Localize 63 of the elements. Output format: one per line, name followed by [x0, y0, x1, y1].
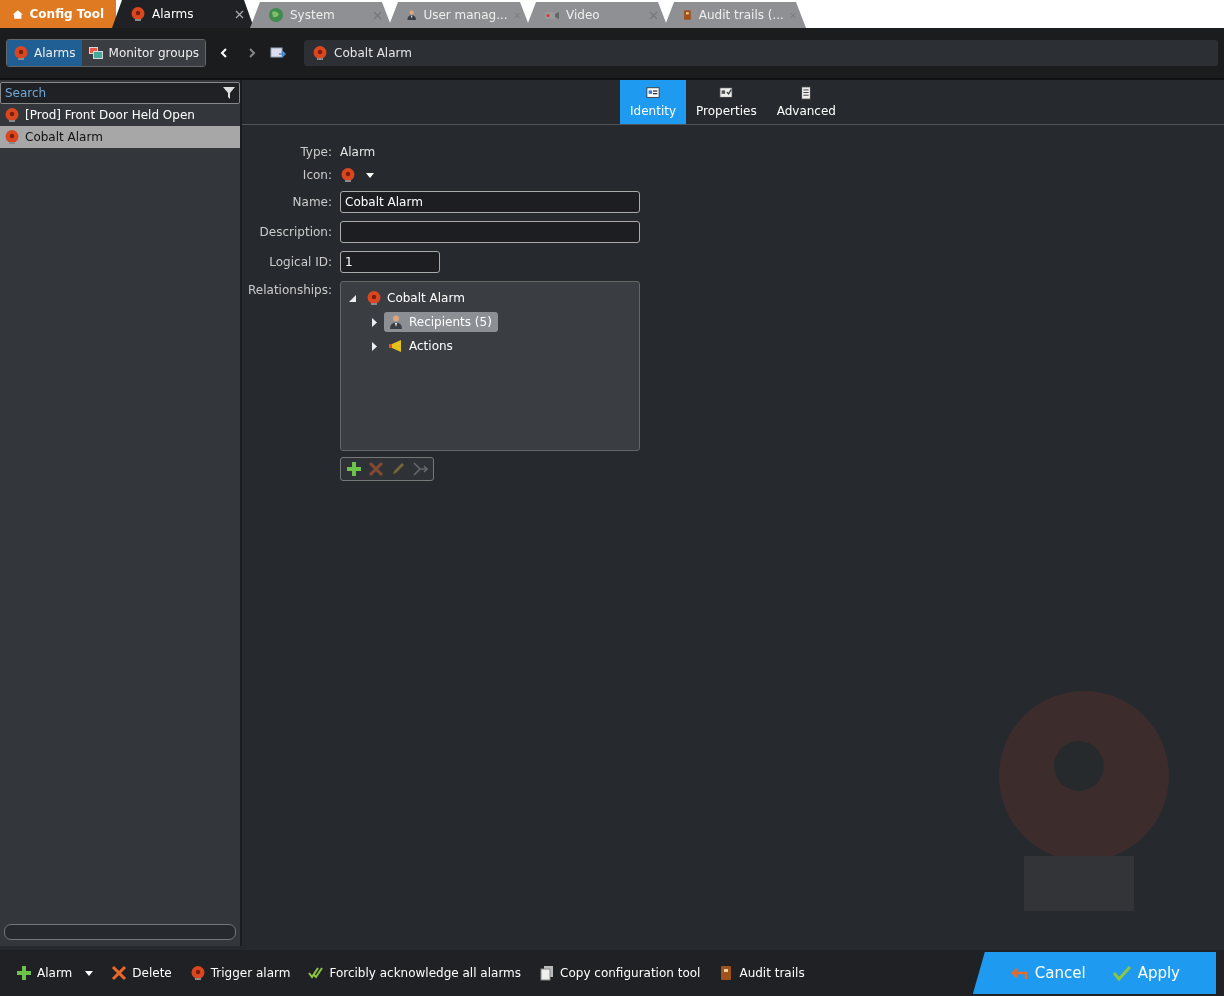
alarm-bell-icon	[4, 107, 20, 123]
split-arrow-icon	[412, 461, 428, 477]
search-field[interactable]: Search	[0, 82, 240, 104]
field-label: Icon:	[301, 168, 332, 182]
field-label: Logical ID:	[268, 255, 332, 269]
page-tab[interactable]: Advanced	[766, 80, 846, 124]
toolbar-action-button[interactable]: Alarm	[10, 961, 100, 985]
tree-node[interactable]: Cobalt Alarm	[362, 288, 471, 308]
view-toggle-button[interactable]: Monitor groups	[81, 40, 206, 66]
plus-icon	[16, 965, 32, 981]
tree-node[interactable]: Actions	[384, 336, 459, 356]
alarm-bell-icon	[312, 45, 329, 61]
globe-icon	[268, 7, 284, 23]
document-list-icon	[799, 86, 814, 100]
expand-arrow-icon[interactable]	[369, 340, 379, 352]
monitor-group-icon	[87, 45, 104, 61]
cross-icon	[111, 965, 128, 981]
book-icon	[682, 7, 693, 23]
field-label: Relationships:	[247, 283, 332, 297]
add-button[interactable]	[345, 460, 363, 478]
view-toggle-button[interactable]: Alarms	[7, 40, 82, 66]
copy-pages-icon	[539, 965, 556, 981]
toolbar-action-button[interactable]: Trigger alarm	[183, 961, 297, 985]
filter-icon[interactable]	[222, 86, 236, 100]
plus-icon	[346, 461, 362, 477]
double-check-icon	[308, 965, 325, 981]
jump-to-icon[interactable]	[270, 45, 287, 61]
person-icon	[406, 7, 418, 23]
id-card-icon	[646, 86, 661, 100]
alarm-list-item[interactable]: Cobalt Alarm	[0, 126, 240, 148]
page-tab[interactable]: Properties	[686, 80, 767, 124]
breadcrumb-text: Cobalt Alarm	[334, 46, 412, 60]
dropdown-caret-icon[interactable]	[85, 970, 94, 976]
toolbar-action-button[interactable]: Copy configuration tool	[533, 961, 707, 985]
checkmark-icon	[1111, 965, 1132, 981]
description-field[interactable]	[340, 221, 640, 243]
alarm-bell-icon	[130, 6, 146, 22]
alarm-list-item[interactable]: [Prod] Front Door Held Open	[0, 104, 240, 126]
cross-icon	[368, 461, 384, 477]
alarm-bell-icon	[340, 167, 356, 183]
alarm-bell-icon	[366, 290, 382, 306]
toolbar-action-button[interactable]: Delete	[105, 961, 178, 985]
megaphone-icon	[388, 338, 404, 354]
close-icon[interactable]	[235, 9, 244, 19]
home-icon	[12, 7, 24, 21]
alarm-bell-icon	[13, 45, 29, 61]
expand-arrow-icon[interactable]	[369, 316, 379, 328]
toolbar-action-button[interactable]: Forcibly acknowledge all alarms	[302, 961, 528, 985]
field-label: Type:	[299, 145, 332, 159]
horizontal-scrollbar[interactable]	[4, 924, 236, 940]
name-field[interactable]: Cobalt Alarm	[340, 191, 640, 213]
person-icon	[388, 314, 404, 330]
checklist-card-icon	[719, 86, 734, 100]
alarm-bell-icon	[4, 129, 20, 145]
pencil-icon	[390, 461, 406, 477]
alarm-bell-icon	[189, 965, 206, 981]
type-value: Alarm	[340, 145, 377, 159]
toolbar-action-button[interactable]: Audit trails	[712, 961, 811, 985]
window-tab[interactable]: Alarms	[112, 0, 254, 28]
logical-id-field[interactable]: 1	[340, 251, 440, 273]
field-label: Name:	[291, 195, 332, 209]
field-label: Description:	[258, 225, 332, 239]
dropdown-caret-icon[interactable]	[366, 172, 374, 178]
